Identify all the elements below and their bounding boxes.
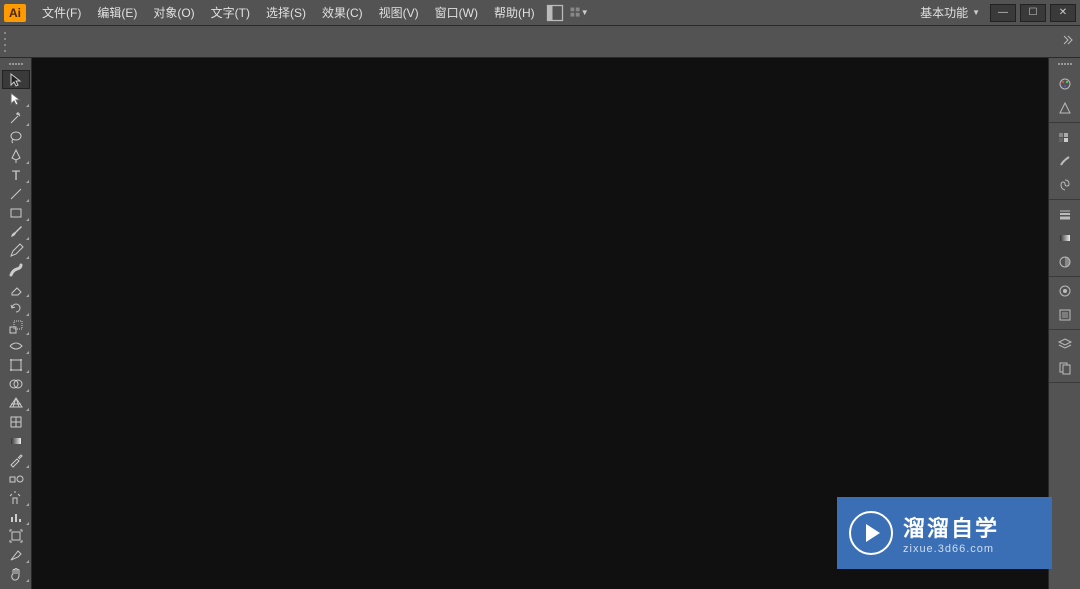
appearance-panel[interactable] (1051, 279, 1079, 303)
flyout-indicator-icon (26, 332, 29, 335)
type-tool[interactable]: T (2, 165, 30, 184)
stroke-panel[interactable] (1051, 202, 1079, 226)
gradient-tool[interactable] (2, 431, 30, 450)
swatches-panel[interactable] (1051, 125, 1079, 149)
layout-icon[interactable] (545, 3, 565, 23)
slice-tool[interactable] (2, 545, 30, 564)
rotate-tool[interactable] (2, 298, 30, 317)
eyedropper-tool[interactable] (2, 450, 30, 469)
color-panel[interactable] (1051, 72, 1079, 96)
flyout-indicator-icon (26, 370, 29, 373)
blob-brush-tool[interactable] (2, 260, 30, 279)
blend-tool[interactable] (2, 469, 30, 488)
flyout-indicator-icon (26, 256, 29, 259)
panel-group (1049, 277, 1080, 330)
right-panel-dock (1048, 58, 1080, 589)
flyout-indicator-icon (26, 294, 29, 297)
paintbrush-tool[interactable] (2, 222, 30, 241)
flyout-indicator-icon (26, 313, 29, 316)
app-logo: Ai (4, 4, 26, 22)
panel-group (1049, 70, 1080, 123)
rectangle-tool[interactable] (2, 203, 30, 222)
menu-select[interactable]: 选择(S) (258, 0, 314, 25)
symbol-sprayer-tool[interactable] (2, 488, 30, 507)
workspace-switcher[interactable]: 基本功能 ▼ (914, 1, 986, 24)
flyout-indicator-icon (26, 199, 29, 202)
color-guide-panel[interactable] (1051, 96, 1079, 120)
watermark-url: zixue.3d66.com (903, 543, 999, 555)
direct-selection-tool[interactable] (2, 89, 30, 108)
flyout-indicator-icon (26, 218, 29, 221)
maximize-button[interactable]: ☐ (1020, 4, 1046, 22)
free-transform-tool[interactable] (2, 355, 30, 374)
lasso-tool[interactable] (2, 127, 30, 146)
flyout-indicator-icon (26, 161, 29, 164)
close-button[interactable]: ✕ (1050, 4, 1076, 22)
expand-panel-icon[interactable] (1060, 32, 1076, 51)
toolbox-drag-handle[interactable] (0, 60, 31, 68)
panel-group (1049, 330, 1080, 383)
selection-tool[interactable] (2, 70, 30, 89)
menu-view[interactable]: 视图(V) (371, 0, 427, 25)
chevron-down-icon: ▼ (581, 8, 589, 17)
line-segment-tool[interactable] (2, 184, 30, 203)
control-bar (0, 26, 1080, 58)
menu-type[interactable]: 文字(T) (203, 0, 258, 25)
menu-effect[interactable]: 效果(C) (314, 0, 371, 25)
arrange-icon[interactable]: ▼ (569, 3, 589, 23)
watermark-overlay: 溜溜自学 zixue.3d66.com (837, 497, 1052, 569)
menu-help[interactable]: 帮助(H) (486, 0, 543, 25)
panel-group (1049, 200, 1080, 277)
flyout-indicator-icon (26, 408, 29, 411)
flyout-indicator-icon (26, 389, 29, 392)
panel-drag-handle[interactable] (1049, 60, 1080, 68)
menu-bar: Ai 文件(F) 编辑(E) 对象(O) 文字(T) 选择(S) 效果(C) 视… (0, 0, 1080, 26)
width-tool[interactable] (2, 336, 30, 355)
flyout-indicator-icon (26, 123, 29, 126)
workspace-label: 基本功能 (920, 4, 968, 21)
gradient-panel[interactable] (1051, 226, 1079, 250)
flyout-indicator-icon (26, 180, 29, 183)
menu-object[interactable]: 对象(O) (145, 0, 202, 25)
brushes-panel[interactable] (1051, 149, 1079, 173)
magic-wand-tool[interactable] (2, 108, 30, 127)
watermark-title: 溜溜自学 (903, 511, 999, 543)
symbols-panel[interactable] (1051, 173, 1079, 197)
shape-builder-tool[interactable] (2, 374, 30, 393)
menu-edit[interactable]: 编辑(E) (89, 0, 145, 25)
mesh-tool[interactable] (2, 412, 30, 431)
menu-file[interactable]: 文件(F) (34, 0, 89, 25)
pencil-tool[interactable] (2, 241, 30, 260)
flyout-indicator-icon (26, 503, 29, 506)
flyout-indicator-icon (26, 237, 29, 240)
drag-handle-icon[interactable] (4, 32, 10, 52)
layers-panel[interactable] (1051, 332, 1079, 356)
eraser-tool[interactable] (2, 279, 30, 298)
artboard-tool[interactable] (2, 526, 30, 545)
graphic-styles-panel[interactable] (1051, 303, 1079, 327)
column-graph-tool[interactable] (2, 507, 30, 526)
pen-tool[interactable] (2, 146, 30, 165)
flyout-indicator-icon (26, 579, 29, 582)
flyout-indicator-icon (26, 560, 29, 563)
panel-group (1049, 123, 1080, 200)
flyout-indicator-icon (26, 522, 29, 525)
flyout-indicator-icon (26, 104, 29, 107)
panel-column (1048, 58, 1080, 589)
perspective-grid-tool[interactable] (2, 393, 30, 412)
flyout-indicator-icon (26, 351, 29, 354)
toolbox: T (0, 58, 32, 589)
scale-tool[interactable] (2, 317, 30, 336)
menu-window[interactable]: 窗口(W) (427, 0, 486, 25)
chevron-down-icon: ▼ (972, 8, 980, 17)
flyout-indicator-icon (26, 465, 29, 468)
minimize-button[interactable]: — (990, 4, 1016, 22)
hand-tool[interactable] (2, 564, 30, 583)
svg-text:T: T (12, 167, 21, 183)
transparency-panel[interactable] (1051, 250, 1079, 274)
artboards-panel[interactable] (1051, 356, 1079, 380)
play-icon (849, 511, 893, 555)
